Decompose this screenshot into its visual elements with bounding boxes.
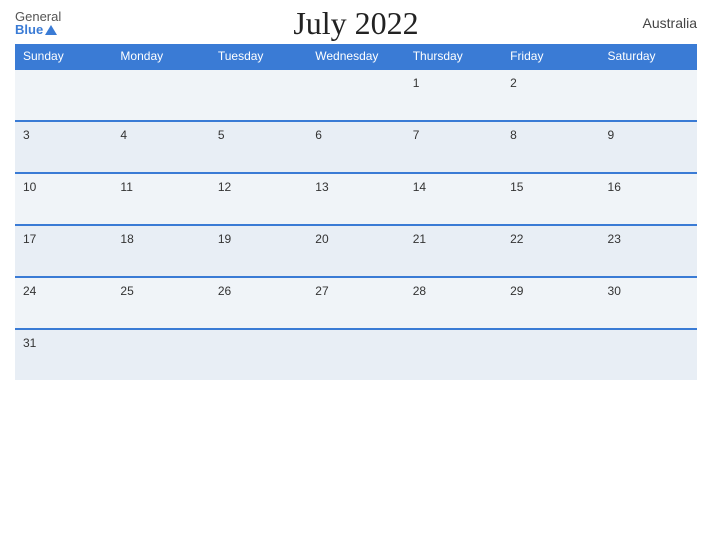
day-number: 9 [608,128,615,142]
calendar-week-row: 17 18 19 20 21 22 23 [15,225,697,277]
day-number: 12 [218,180,231,194]
calendar-day-cell: 29 [502,277,599,329]
calendar-day-cell: 21 [405,225,502,277]
calendar-day-cell [210,69,307,121]
calendar-day-cell: 13 [307,173,404,225]
calendar-day-cell: 7 [405,121,502,173]
day-number: 27 [315,284,328,298]
day-number: 1 [413,76,420,90]
calendar-day-cell: 16 [600,173,697,225]
day-number: 6 [315,128,322,142]
header-tuesday: Tuesday [210,44,307,69]
day-number: 4 [120,128,127,142]
day-number: 31 [23,336,36,350]
header-friday: Friday [502,44,599,69]
calendar-day-cell [502,329,599,380]
calendar-day-cell: 26 [210,277,307,329]
calendar-day-cell [307,69,404,121]
header-monday: Monday [112,44,209,69]
header-saturday: Saturday [600,44,697,69]
day-number: 17 [23,232,36,246]
calendar-day-cell: 14 [405,173,502,225]
calendar-day-cell: 22 [502,225,599,277]
month-title: July 2022 [293,5,418,42]
calendar-week-row: 3 4 5 6 7 8 9 [15,121,697,173]
day-number: 11 [120,180,132,194]
calendar-day-cell [210,329,307,380]
calendar-day-cell: 9 [600,121,697,173]
calendar-day-cell [307,329,404,380]
calendar-day-cell: 20 [307,225,404,277]
calendar-day-cell: 19 [210,225,307,277]
calendar-week-row: 12 [15,69,697,121]
day-number: 5 [218,128,225,142]
day-number: 10 [23,180,36,194]
calendar-day-cell: 31 [15,329,112,380]
calendar-day-cell [600,329,697,380]
header-wednesday: Wednesday [307,44,404,69]
logo: General Blue [15,10,61,36]
calendar-day-cell [15,69,112,121]
calendar-day-cell: 11 [112,173,209,225]
logo-blue-text: Blue [15,23,43,36]
day-number: 24 [23,284,36,298]
day-number: 3 [23,128,30,142]
day-number: 30 [608,284,621,298]
calendar-day-cell: 6 [307,121,404,173]
calendar-day-cell: 24 [15,277,112,329]
logo-triangle-icon [45,25,57,35]
calendar-day-cell: 28 [405,277,502,329]
calendar-day-cell: 17 [15,225,112,277]
day-number: 22 [510,232,523,246]
day-number: 13 [315,180,328,194]
day-number: 21 [413,232,426,246]
calendar-day-cell: 12 [210,173,307,225]
calendar-day-cell [405,329,502,380]
day-number: 28 [413,284,426,298]
day-number: 29 [510,284,523,298]
calendar-week-row: 24 25 26 27 28 29 30 [15,277,697,329]
calendar-week-row: 31 [15,329,697,380]
calendar-day-cell: 10 [15,173,112,225]
day-number: 19 [218,232,231,246]
day-number: 26 [218,284,231,298]
header-thursday: Thursday [405,44,502,69]
day-number: 25 [120,284,133,298]
calendar-header: General Blue July 2022 Australia [15,10,697,36]
calendar-day-cell [112,69,209,121]
calendar-day-cell: 5 [210,121,307,173]
calendar-container: General Blue July 2022 Australia Sunday … [0,0,712,550]
day-number: 16 [608,180,621,194]
calendar-day-cell: 3 [15,121,112,173]
calendar-day-cell: 18 [112,225,209,277]
day-number: 18 [120,232,133,246]
calendar-day-cell: 1 [405,69,502,121]
day-number: 20 [315,232,328,246]
calendar-week-row: 10 11 12 13 14 15 16 [15,173,697,225]
day-number: 2 [510,76,517,90]
calendar-day-cell [600,69,697,121]
calendar-day-cell: 8 [502,121,599,173]
calendar-day-cell [112,329,209,380]
calendar-day-cell: 27 [307,277,404,329]
country-label: Australia [643,15,697,31]
day-number: 23 [608,232,621,246]
day-number: 15 [510,180,523,194]
calendar-table: Sunday Monday Tuesday Wednesday Thursday… [15,44,697,380]
day-number: 8 [510,128,517,142]
calendar-day-cell: 2 [502,69,599,121]
calendar-day-cell: 25 [112,277,209,329]
calendar-day-cell: 15 [502,173,599,225]
days-header-row: Sunday Monday Tuesday Wednesday Thursday… [15,44,697,69]
header-sunday: Sunday [15,44,112,69]
day-number: 7 [413,128,420,142]
day-number: 14 [413,180,426,194]
calendar-day-cell: 4 [112,121,209,173]
calendar-day-cell: 23 [600,225,697,277]
calendar-day-cell: 30 [600,277,697,329]
